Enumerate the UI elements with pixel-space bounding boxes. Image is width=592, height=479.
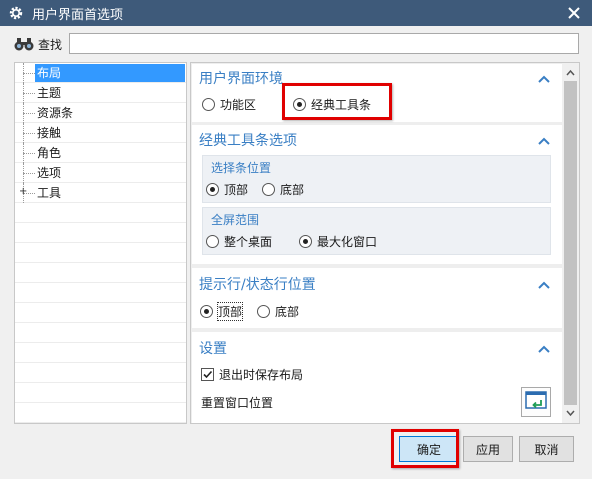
gear-icon	[8, 5, 24, 21]
tree-empty-row	[15, 243, 186, 263]
reset-window-position-label: 重置窗口位置	[201, 396, 274, 410]
expand-icon[interactable]: +	[19, 187, 28, 197]
section-title: 经典工具条选项	[199, 133, 297, 149]
radio-selection-bar-bottom[interactable]: 底部	[262, 180, 304, 198]
tree-empty-row	[15, 223, 186, 243]
radio-label: 整个桌面	[224, 234, 273, 249]
radio-button[interactable]	[200, 304, 213, 318]
tree-empty-row	[15, 263, 186, 283]
vertical-scrollbar[interactable]	[562, 63, 579, 423]
radio-label: 经典工具条	[311, 97, 372, 112]
tree-empty-row	[15, 283, 186, 303]
title-bar: 用户界面首选项	[0, 0, 592, 26]
radio-button[interactable]	[299, 234, 312, 248]
tree-item-label: 布局	[35, 63, 185, 82]
tree-item-label: 接触	[37, 125, 62, 140]
collapse-chevron-icon[interactable]	[538, 134, 550, 145]
tree-empty-row	[15, 383, 186, 403]
radio-selection-bar-top[interactable]: 顶部	[206, 180, 248, 198]
section-title: 设置	[199, 341, 227, 357]
radio-label: 功能区	[220, 97, 257, 112]
reset-window-position-button[interactable]	[521, 387, 551, 417]
search-input[interactable]	[69, 33, 579, 54]
section-settings: 设置 退出时保存布局 重置窗口位置	[192, 332, 562, 423]
apply-button[interactable]: 应用	[463, 436, 513, 462]
tree-item-theme[interactable]: 主题	[15, 82, 186, 103]
tree-item-layout[interactable]: 布局	[15, 62, 186, 83]
radio-whole-desktop[interactable]: 整个桌面	[206, 232, 272, 250]
tree-empty-row	[15, 323, 186, 343]
collapse-chevron-icon[interactable]	[538, 278, 550, 289]
radio-classic-toolbar[interactable]: 经典工具条	[293, 95, 371, 113]
selection-bar-position-group: 选择条位置 顶部 底部	[202, 155, 551, 203]
collapse-chevron-icon[interactable]	[538, 342, 550, 353]
category-tree[interactable]: 布局 主题 资源条 接触 角色 选项 + 工具	[14, 62, 187, 424]
scroll-down-icon[interactable]	[565, 408, 576, 419]
settings-panel: 用户界面环境 功能区 经典工具条 经典工具条选项 选择条位置 顶部 底部 全屏范…	[190, 62, 580, 424]
section-prompt-status-line: 提示行/状态行位置 顶部 底部	[192, 268, 562, 328]
section-ui-environment: 用户界面环境 功能区 经典工具条	[192, 64, 562, 122]
search-row: 查找	[12, 33, 62, 55]
radio-label: 底部	[280, 182, 305, 197]
tree-item-touch[interactable]: 接触	[15, 122, 186, 143]
collapse-chevron-icon[interactable]	[538, 72, 550, 83]
radio-prompt-top[interactable]: 顶部	[200, 301, 244, 321]
binoculars-icon	[12, 36, 36, 52]
tree-item-tools[interactable]: + 工具	[15, 182, 186, 203]
tree-empty-row	[15, 363, 186, 383]
radio-button[interactable]	[257, 304, 270, 318]
radio-maximized-window[interactable]: 最大化窗口	[299, 232, 377, 250]
radio-label: 顶部	[216, 301, 244, 321]
tree-item-options[interactable]: 选项	[15, 162, 186, 183]
tree-empty-row	[15, 403, 186, 423]
checkbox-label: 退出时保存布局	[219, 368, 304, 382]
tree-empty-row	[15, 303, 186, 323]
radio-ribbon[interactable]: 功能区	[202, 95, 256, 113]
radio-button[interactable]	[202, 97, 215, 111]
tree-item-resource-bar[interactable]: 资源条	[15, 102, 186, 123]
radio-button[interactable]	[206, 182, 219, 196]
close-icon[interactable]	[564, 3, 584, 23]
tree-item-label: 选项	[37, 165, 62, 180]
scroll-up-icon[interactable]	[565, 67, 576, 78]
tree-empty-row	[15, 343, 186, 363]
window-title: 用户界面首选项	[32, 7, 124, 23]
window-reset-icon	[525, 390, 547, 414]
tree-item-label: 工具	[37, 185, 62, 200]
section-title: 用户界面环境	[199, 71, 283, 87]
cancel-button[interactable]: 取消	[519, 436, 574, 462]
radio-button[interactable]	[293, 97, 306, 111]
save-layout-on-exit-checkbox[interactable]: 退出时保存布局	[201, 366, 303, 383]
radio-label: 底部	[275, 304, 300, 319]
radio-prompt-bottom[interactable]: 底部	[257, 302, 299, 320]
tree-item-role[interactable]: 角色	[15, 142, 186, 163]
section-title: 提示行/状态行位置	[199, 277, 316, 293]
tree-item-label: 资源条	[37, 105, 74, 120]
tree-empty-row	[15, 203, 186, 223]
radio-button[interactable]	[206, 234, 219, 248]
group-title: 全屏范围	[211, 213, 260, 227]
ok-button[interactable]: 确定	[399, 436, 459, 462]
checkbox-box[interactable]	[201, 368, 214, 381]
radio-button[interactable]	[262, 182, 275, 196]
scrollbar-thumb[interactable]	[564, 81, 577, 405]
radio-label: 顶部	[224, 182, 249, 197]
group-title: 选择条位置	[211, 161, 272, 175]
tree-item-label: 主题	[37, 85, 62, 100]
search-label: 查找	[38, 37, 63, 52]
section-classic-toolbar-options: 经典工具条选项 选择条位置 顶部 底部 全屏范围 整个桌面 最大化窗口	[192, 125, 562, 264]
radio-label: 最大化窗口	[317, 234, 378, 249]
tree-item-label: 角色	[37, 145, 62, 160]
fullscreen-scope-group: 全屏范围 整个桌面 最大化窗口	[202, 207, 551, 255]
